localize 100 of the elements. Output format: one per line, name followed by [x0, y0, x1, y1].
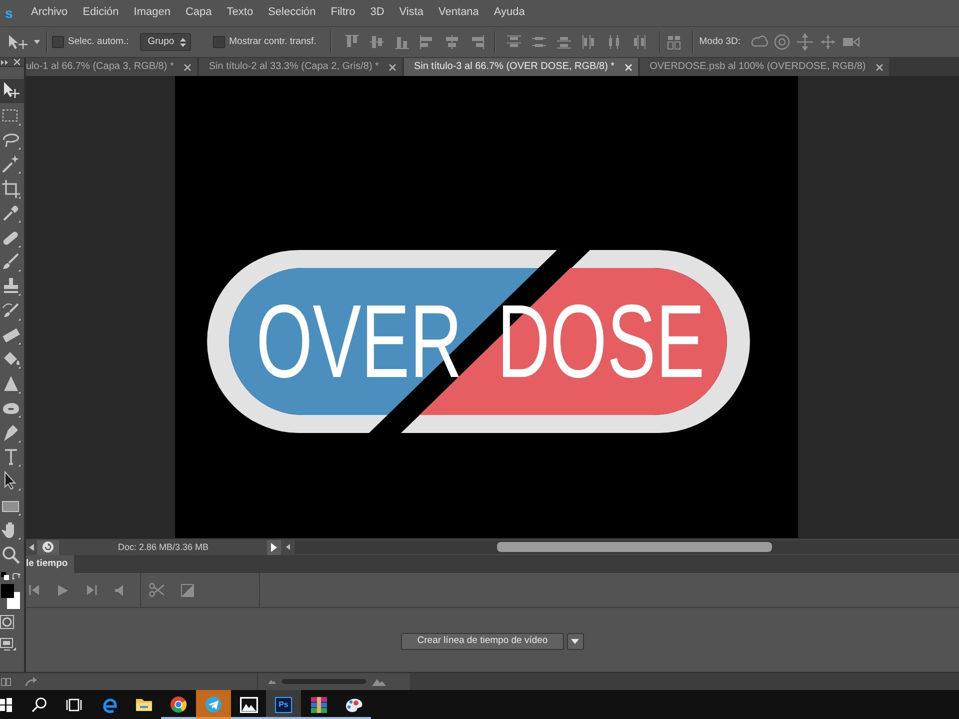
small-mountains-icon[interactable]	[268, 679, 276, 684]
ring-icon[interactable]	[773, 33, 792, 51]
document-tab[interactable]: Sin título-2 al 33.3% (Capa 2, Gris/8) *	[198, 58, 402, 76]
left-arrow-icon[interactable]	[286, 544, 290, 550]
crop-icon	[1, 178, 21, 199]
folder-icon	[134, 697, 152, 712]
image-icon	[240, 696, 258, 712]
move-tool-icon[interactable]	[8, 34, 30, 50]
hand-icon	[1, 520, 21, 540]
paper-plane-icon	[205, 696, 222, 713]
menu-item[interactable]: 3D	[365, 4, 390, 22]
transition-icon[interactable]	[181, 584, 194, 596]
menu-item[interactable]: Vista	[394, 4, 429, 22]
background-color-swatch[interactable]	[7, 592, 20, 609]
menu-item[interactable]: Selección	[263, 4, 321, 22]
document-tab[interactable]: OVERDOSE.psb al 100% (OVERDOSE, RGB/8)	[640, 58, 889, 76]
horizontal-scrollbar[interactable]	[295, 540, 959, 554]
eyedropper-icon	[1, 203, 21, 224]
curved-arrow-icon[interactable]	[25, 676, 37, 686]
play-triangle-icon	[271, 542, 277, 552]
align-top-icon[interactable]	[344, 34, 360, 50]
checkbox[interactable]	[52, 36, 64, 48]
palette-icon	[344, 696, 364, 712]
scissors-icon[interactable]	[149, 583, 165, 597]
auto-align-icon[interactable]	[666, 34, 682, 50]
menu-item[interactable]: Capa	[180, 4, 217, 22]
film-frames-icon[interactable]	[1, 678, 11, 686]
large-mountains-icon[interactable]	[372, 678, 386, 686]
swap-arrows-icon[interactable]	[12, 572, 21, 581]
tab-title: Sin título-2 al 33.3% (Capa 2, Gris/8) *	[208, 61, 379, 73]
document-tab[interactable]: ulo-1 al 66.7% (Capa 3, RGB/8) *	[26, 58, 197, 76]
app-logo: s	[4, 4, 14, 22]
browser-icon	[100, 696, 116, 712]
distribute-right-icon[interactable]	[631, 34, 648, 50]
search-icon	[30, 696, 46, 712]
pen-nib-icon	[1, 422, 21, 443]
taskbar-button[interactable]: Ps	[266, 690, 301, 719]
up-down-arrows-icon	[180, 38, 186, 46]
menu-item[interactable]: Texto	[222, 4, 258, 22]
foreground-color-swatch[interactable]	[1, 584, 14, 598]
create-video-timeline-button[interactable]: Crear línea de tiempo de vídeo	[401, 632, 564, 650]
tool-button[interactable]	[0, 79, 24, 104]
start-icon	[0, 698, 12, 712]
group-select[interactable]: Grupo	[140, 33, 192, 51]
magic-wand-icon	[1, 154, 21, 174]
checkbox-label: Mostrar contr. transf.	[229, 36, 316, 48]
align-center-icon[interactable]	[444, 34, 460, 50]
stamp-icon	[1, 276, 21, 296]
menu-item[interactable]: Filtro	[326, 4, 360, 22]
logo-word: DOSE	[497, 284, 705, 400]
left-arrow-icon[interactable]	[29, 544, 34, 550]
circle-arrow-icon	[42, 541, 54, 553]
logo-word: OVER	[256, 284, 462, 400]
close-icon[interactable]	[184, 64, 191, 70]
close-icon[interactable]	[388, 64, 396, 70]
menu-item[interactable]: Ayuda	[488, 4, 530, 22]
align-bottom-icon[interactable]	[394, 34, 410, 50]
document-info: Doc: 2.86 MB/3.36 MB	[117, 542, 210, 552]
document-tab[interactable]: Sin título-3 al 66.7% (OVER DOSE, RGB/8) *	[404, 58, 638, 76]
task-view-icon	[66, 698, 82, 712]
zoom-icon	[1, 544, 21, 565]
tab-title: OVERDOSE.psb al 100% (OVERDOSE, RGB/8)	[650, 61, 866, 73]
four-way-arrows-icon[interactable]	[819, 33, 838, 51]
caret-icon	[571, 638, 580, 644]
history-brush-icon	[1, 300, 21, 321]
dropdown-button[interactable]	[566, 632, 584, 650]
tab-title: Sin título-3 al 66.7% (OVER DOSE, RGB/8) *	[414, 61, 615, 73]
go-to-first-frame-icon[interactable]	[29, 585, 40, 595]
align-middle-icon[interactable]	[369, 34, 386, 50]
checkbox-label: Selec. autom.:	[68, 36, 129, 48]
distribute-bottom-icon[interactable]	[556, 34, 572, 50]
screen-mode-icon[interactable]	[0, 638, 16, 652]
scrollbar-thumb[interactable]	[497, 542, 772, 552]
app-tile-icon: Ps	[275, 696, 292, 712]
vertical-arrows-icon[interactable]	[796, 33, 814, 51]
close-icon[interactable]	[876, 64, 883, 70]
step-forward-icon[interactable]	[86, 585, 97, 595]
mode-3d-label: Modo 3D:	[699, 36, 740, 48]
checkbox[interactable]	[213, 36, 226, 48]
close-icon[interactable]	[14, 59, 20, 65]
info-button[interactable]	[37, 540, 59, 554]
panel-tab[interactable]: le tiempo	[26, 555, 74, 573]
zoom-slider-track[interactable]	[282, 679, 366, 684]
default-colors-icon[interactable]	[1, 572, 9, 580]
browser-icon	[170, 696, 187, 713]
menu-item[interactable]: Ventana	[434, 4, 484, 22]
quick-mask-icon[interactable]	[0, 614, 14, 629]
menu-item[interactable]: Edición	[78, 4, 124, 22]
speaker-icon[interactable]	[115, 584, 123, 596]
align-right-icon[interactable]	[469, 34, 486, 50]
brush-icon	[1, 252, 21, 272]
play-icon[interactable]	[58, 584, 68, 596]
caret-icon[interactable]	[34, 40, 40, 44]
menu-item[interactable]: Imagen	[128, 4, 176, 22]
books-icon	[310, 696, 328, 714]
menu-item[interactable]: Archivo	[26, 4, 73, 22]
triangle-icon	[1, 374, 21, 394]
distribute-top-icon[interactable]	[506, 34, 522, 50]
distribute-middle-icon[interactable]	[531, 34, 548, 50]
status-menu-button[interactable]	[267, 540, 281, 554]
